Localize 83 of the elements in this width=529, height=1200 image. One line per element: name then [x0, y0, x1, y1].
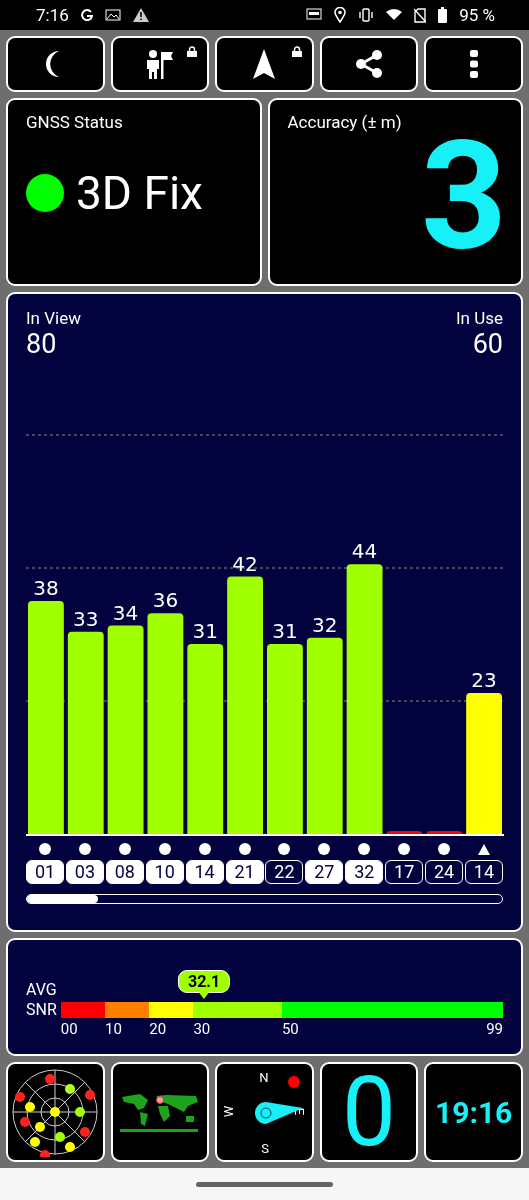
image-icon [104, 9, 121, 21]
in-view-label: In View [26, 308, 81, 328]
signal-value: 33 [73, 606, 99, 631]
satellite-id: 03 [65, 860, 104, 884]
satellite-id: 27 [305, 860, 344, 884]
dot-icon [438, 843, 451, 855]
compass-letter: N [259, 1070, 269, 1085]
tick-label: 50 [281, 1020, 299, 1038]
signal-value: 31 [272, 618, 298, 643]
compass-letter: W [221, 1105, 237, 1118]
g-logo-icon [80, 9, 93, 21]
location-icon [334, 7, 347, 23]
navigation-arrow-icon [253, 49, 276, 79]
satellite-id: 21 [225, 860, 264, 884]
wifi-icon [386, 8, 403, 22]
in-use-count: 60 [472, 328, 503, 360]
snr-label: SNR [26, 1000, 57, 1020]
big-number: 0 [342, 1064, 397, 1160]
card-title: GNSS Status [26, 112, 124, 132]
dot-icon [278, 843, 291, 855]
person-with-flag-icon [145, 49, 174, 79]
tick-label: 00 [60, 1020, 78, 1038]
dot-icon [158, 843, 171, 855]
warning-icon [132, 8, 149, 22]
satellite-id: 01 [26, 860, 64, 884]
avg-label: AVG [26, 980, 57, 1000]
lock-icon [187, 46, 198, 57]
signal-value: 34 [112, 600, 139, 625]
clock-time: 19:16 [435, 1094, 513, 1130]
share-icon [355, 50, 384, 78]
dot-icon [78, 843, 91, 855]
dot-icon [238, 843, 251, 855]
satellite-id: 22 [265, 860, 304, 884]
more-icon [469, 50, 478, 78]
dot-icon [318, 843, 331, 855]
signal-value: 38 [33, 576, 59, 601]
dot-icon [39, 843, 51, 855]
dot-icon [118, 843, 131, 855]
compass-letter: S [261, 1141, 269, 1156]
lock-icon [291, 46, 302, 57]
tick-label: 30 [193, 1020, 211, 1038]
dot-icon [358, 843, 371, 855]
dot-icon [398, 843, 411, 855]
signal-value: 44 [351, 539, 378, 564]
toolbar-button[interactable] [424, 36, 523, 92]
big-tile[interactable]: 0 [319, 1062, 419, 1162]
tick-label: 20 [149, 1020, 167, 1038]
satellite-id: 14 [464, 860, 503, 884]
fix-status: 3D Fix [76, 166, 203, 220]
battery-percent: 95 % [459, 5, 495, 25]
toolbar-button[interactable] [110, 36, 210, 92]
satellite-id: 10 [145, 860, 184, 884]
map-tile[interactable] [110, 1062, 210, 1162]
satellite-id: 14 [185, 860, 224, 884]
toolbar-button[interactable] [6, 36, 105, 92]
toolbar-button[interactable] [215, 36, 314, 92]
vibrate-icon [358, 8, 375, 22]
dot-icon [198, 843, 211, 855]
clock-tile[interactable]: 19:16 [424, 1062, 523, 1162]
in-use-label: In Use [455, 308, 503, 328]
signal-value: 23 [471, 668, 497, 692]
status-time: 7:16 [36, 5, 69, 25]
satellite-id: 32 [345, 860, 384, 884]
satellite-id: 24 [425, 860, 464, 884]
tick-label: 99 [486, 1020, 503, 1038]
accuracy-value: 3 [420, 122, 507, 272]
no-sim-icon [414, 7, 427, 23]
triangle-icon [477, 843, 490, 855]
home-handle[interactable] [196, 1181, 333, 1187]
toolbar-button[interactable] [319, 36, 419, 92]
card-title: Accuracy (± m) [287, 112, 403, 132]
pointer-icon [198, 991, 211, 999]
signal-value: 32 [312, 612, 338, 637]
in-view-count: 80 [26, 328, 58, 360]
tick-label: 10 [105, 1020, 122, 1038]
satellite-id: 17 [385, 860, 424, 884]
signal-value: 42 [232, 551, 258, 576]
battery-icon [438, 7, 448, 23]
signal-value: 36 [152, 588, 179, 613]
marker-dot-icon [287, 1076, 300, 1088]
satellite-id: 08 [105, 860, 144, 884]
signal-value: 31 [192, 618, 218, 643]
refresh-rate-icon [306, 8, 323, 22]
